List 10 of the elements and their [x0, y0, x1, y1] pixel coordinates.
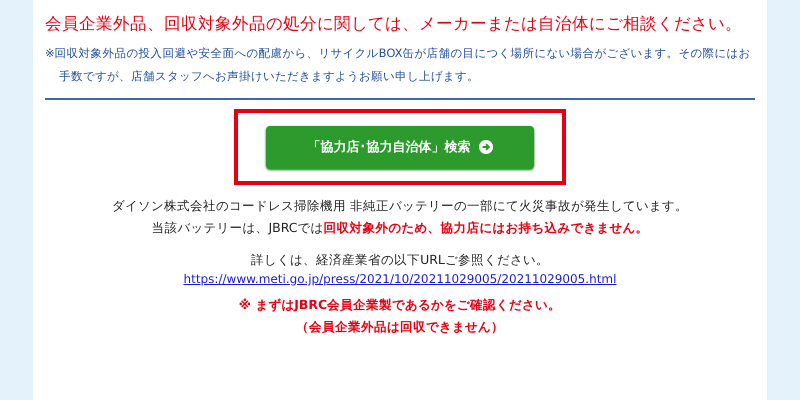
- warning-text: ※ まずはJBRC会員企業製であるかをご確認ください。: [238, 296, 562, 314]
- notice-text: 当該バッテリーは、JBRCでは回収対象外のため、協力店にはお持ち込みできません。: [150, 219, 650, 237]
- warning-text: （会員企業外品は回収できません）: [295, 318, 505, 336]
- note-text: ※回収対象外品の投入回避や安全面への配慮から、リサイクルBOX缶が店舗の目につく場所にない場合がございます。その際にはお手数ですが、店舗スタッフへお声掛けいただきますようお願い申し上げます。: [45, 45, 752, 85]
- notice-text: ダイソン株式会社のコードレス掃除機用 非純正バッテリーの一部にて火災事故が発生しています。: [111, 197, 689, 215]
- arrow-right-icon: [478, 140, 492, 154]
- details-text: 詳しくは、経済産業省の以下URLご参照ください。: [250, 251, 550, 269]
- search-button[interactable]: 「協力店･協力自治体」検索: [266, 126, 534, 168]
- headline: 会員企業外品、回収対象外品の処分に関しては、メーカーまたは自治体にご相談ください。: [45, 13, 743, 35]
- press-link[interactable]: https://www.meti.go.jp/press/2021/10/20211029005/20211029005.html: [184, 272, 616, 286]
